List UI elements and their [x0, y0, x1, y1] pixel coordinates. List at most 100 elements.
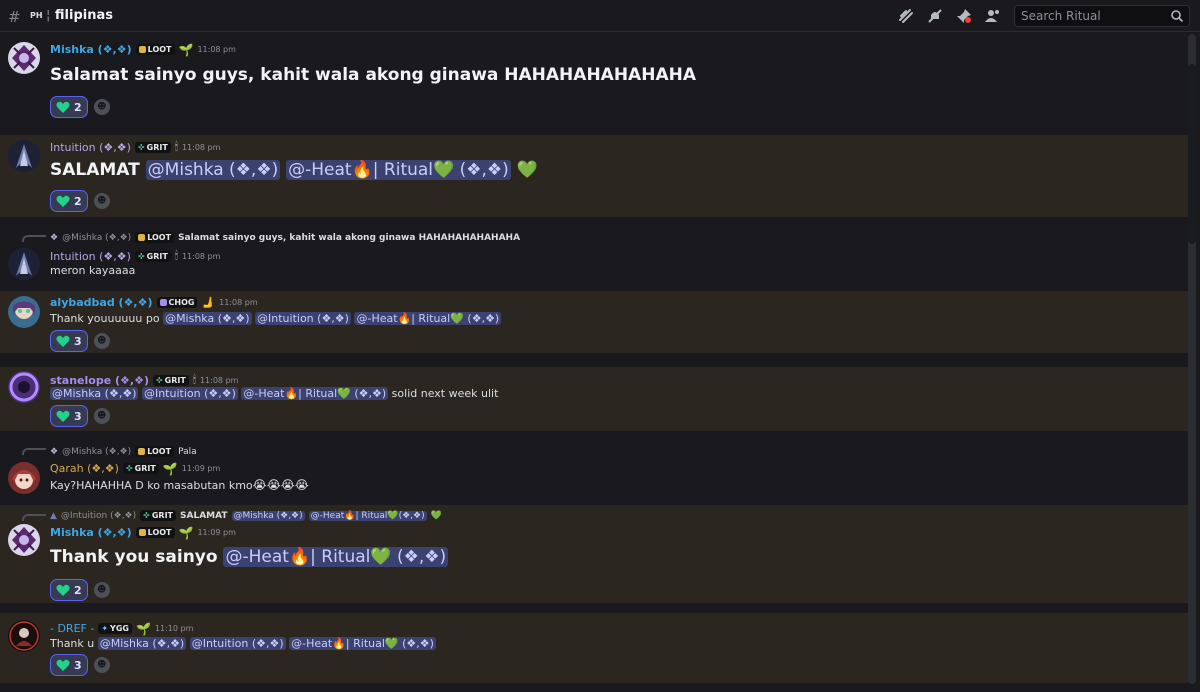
add-reaction-button[interactable]: ☻ [93, 657, 110, 673]
reply-preview[interactable]: ▲ @Intuition (❖,❖) ✜ GRIT SALAMAT @Mishka… [50, 510, 442, 521]
add-reaction-button[interactable]: ☻ [93, 333, 110, 349]
author-name[interactable]: Mishka (❖,❖) [50, 526, 132, 539]
channel-prefix: PH [30, 11, 43, 20]
fire-icon: 🔥 [351, 160, 373, 180]
sprout-icon: 🌱 [178, 525, 194, 540]
add-reaction-button[interactable]: ☻ [93, 582, 110, 598]
mute-icon[interactable] [926, 7, 944, 25]
message-text: SALAMAT @Mishka (❖,❖) @-Heat🔥| Ritual💚 (… [50, 160, 538, 180]
green-heart-icon [56, 584, 70, 596]
role-badge[interactable]: ✜ GRIT [122, 463, 159, 474]
candle-icon: 🕯 [174, 249, 178, 262]
timestamp: 11:09 pm [197, 528, 236, 537]
message-text: Thank youuuuuu po @Mishka (❖,❖) @Intuiti… [50, 312, 502, 325]
members-icon[interactable] [984, 7, 1002, 25]
green-heart-icon [56, 410, 70, 422]
author-name[interactable]: Qarah (❖,❖) [50, 462, 119, 475]
message-item: stanelope (❖,❖) ✜ GRIT 🕯 11:08 pm @Mishka… [0, 367, 1188, 431]
mention[interactable]: @-Heat🔥| Ritual💚 (❖,❖) [289, 637, 436, 650]
heart-reaction-button[interactable]: 3 [50, 405, 88, 427]
message-item: ▲ @Intuition (❖,❖) ✜ GRIT SALAMAT @Mishka… [0, 505, 1188, 603]
mention[interactable]: @-Heat🔥| Ritual💚 (❖,❖) [223, 547, 449, 567]
sprout-icon: 🌱 [162, 461, 178, 476]
author-name[interactable]: alybadbad (❖,❖) [50, 296, 153, 309]
avatar[interactable] [8, 371, 40, 403]
reply-avatar-icon: ❖ [50, 232, 59, 243]
message-text: Thank you sainyo @-Heat🔥| Ritual💚 (❖,❖) [50, 547, 449, 567]
author-name[interactable]: Mishka (❖,❖) [50, 43, 132, 56]
channel-header: # PH ¦ filipinas [0, 0, 1200, 32]
green-heart-icon [56, 195, 70, 207]
timestamp: 11:08 pm [181, 251, 221, 261]
message-item: Mishka (❖,❖) LOOT 🌱 11:08 pm Salamat sai… [0, 34, 1188, 126]
mention[interactable]: @Intuition (❖,❖) [189, 637, 286, 650]
add-reaction-button[interactable]: ☻ [93, 99, 110, 115]
candle-icon: 🕯 [192, 373, 196, 386]
author-name[interactable]: Intuition (❖,❖) [50, 141, 131, 154]
green-heart-icon [56, 659, 70, 671]
message-item: alybadbad (❖,❖) CHOG 🫸 11:08 pm Thank yo… [0, 291, 1188, 353]
mention[interactable]: @Mishka (❖,❖) [97, 637, 187, 650]
heart-reaction-button[interactable]: 3 [50, 330, 88, 352]
timestamp: 11:08 pm [219, 298, 258, 307]
mention[interactable]: @-Heat🔥| Ritual💚 (❖,❖) [354, 312, 502, 325]
message-item: ❖ @Mishka (❖,❖) LOOT Pala Qarah (❖,❖) ✜ G… [0, 442, 1188, 500]
message-item: ❖ @Mishka (❖,❖) LOOT Salamat sainyo guys… [0, 226, 1188, 288]
role-badge[interactable]: CHOG [156, 297, 198, 308]
message-text: Kay?HAHAHHA D ko masabutan kmo😭😭😭😭 [50, 478, 309, 492]
timestamp: 11:08 pm [197, 45, 236, 54]
avatar[interactable] [8, 620, 40, 652]
avatar[interactable] [8, 462, 40, 494]
green-heart-icon: 💚 [433, 160, 455, 180]
author-name[interactable]: Intuition (❖,❖) [50, 250, 131, 263]
channel-hash-icon: # [8, 8, 21, 26]
reply-spine [22, 235, 46, 242]
avatar[interactable] [8, 140, 40, 172]
channel-name: ¦ filipinas [46, 8, 113, 23]
mention[interactable]: @-Heat🔥| Ritual💚 (❖,❖) [241, 387, 389, 400]
reply-spine [22, 514, 46, 521]
mention[interactable]: @Intuition (❖,❖) [255, 312, 351, 325]
avatar[interactable] [8, 248, 40, 280]
mention[interactable]: @-Heat🔥| Ritual💚 (❖,❖) [286, 160, 511, 180]
heart-reaction-button[interactable]: 2 [50, 96, 88, 118]
heart-reaction-button[interactable]: 2 [50, 579, 88, 601]
role-badge[interactable]: ✜ GRIT [152, 374, 189, 386]
search-input[interactable] [1021, 9, 1171, 23]
search-icon [1171, 10, 1184, 23]
green-heart-icon [56, 335, 70, 347]
search-box[interactable] [1014, 5, 1190, 27]
scrollbar-track[interactable] [1188, 34, 1196, 684]
pin-icon[interactable] [955, 7, 973, 25]
role-badge[interactable]: ✦ YGG [98, 623, 132, 634]
add-reaction-button[interactable]: ☻ [93, 408, 110, 424]
author-name[interactable]: - DREF - [50, 622, 94, 635]
role-badge[interactable]: ✜ GRIT [134, 250, 171, 262]
mention[interactable]: @Intuition (❖,❖) [141, 387, 238, 400]
reply-preview[interactable]: ❖ @Mishka (❖,❖) LOOT Pala [50, 446, 197, 457]
timestamp: 11:08 pm [181, 142, 221, 152]
heart-reaction-button[interactable]: 3 [50, 654, 88, 676]
message-text: Thank u @Mishka (❖,❖) @Intuition (❖,❖) @… [50, 637, 436, 650]
message-item: Intuition (❖,❖) ✜ GRIT 🕯 11:08 pm SALAMAT… [0, 135, 1188, 217]
scrollbar-thumb[interactable] [1188, 64, 1196, 244]
threads-icon[interactable] [897, 7, 915, 25]
candle-icon: 🕯 [174, 140, 178, 153]
mention[interactable]: @Mishka (❖,❖) [163, 312, 252, 325]
role-badge[interactable]: LOOT [135, 527, 175, 538]
author-name[interactable]: stanelope (❖,❖) [50, 374, 149, 387]
message-item: - DREF - ✦ YGG 🌱 11:10 pm Thank u @Mishka… [0, 613, 1188, 683]
role-badge[interactable]: LOOT [135, 44, 175, 55]
add-reaction-button[interactable]: ☻ [93, 193, 110, 209]
mention[interactable]: @Mishka (❖,❖) [145, 160, 281, 180]
reply-preview[interactable]: ❖ @Mishka (❖,❖) LOOT Salamat sainyo guys… [50, 232, 520, 243]
mention[interactable]: @Mishka (❖,❖) [50, 387, 139, 400]
avatar[interactable] [8, 524, 40, 556]
avatar[interactable] [8, 42, 40, 74]
avatar[interactable] [8, 296, 40, 328]
message-text: meron kayaaaa [50, 264, 136, 277]
role-badge[interactable]: ✜ GRIT [134, 141, 171, 153]
heart-reaction-button[interactable]: 2 [50, 190, 88, 212]
timestamp: 11:08 pm [199, 375, 239, 385]
timestamp: 11:10 pm [154, 624, 194, 633]
